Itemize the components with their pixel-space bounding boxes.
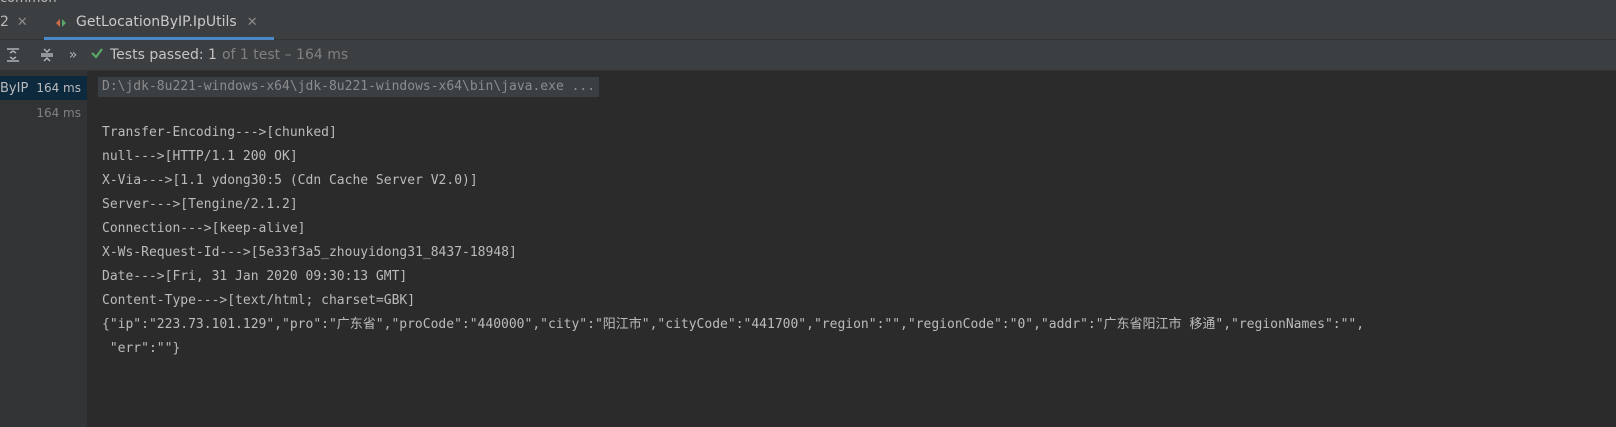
console-line: Content-Type--->[text/html; charset=GBK] bbox=[102, 293, 416, 308]
tab-label: GetLocationByIP.IpUtils bbox=[76, 14, 237, 30]
console-line: {"ip":"223.73.101.129","pro":"广东省","proC… bbox=[102, 317, 1365, 332]
check-icon bbox=[90, 46, 104, 64]
test-status: Tests passed: 1 of 1 test – 164 ms bbox=[90, 46, 348, 64]
tree-item-label: ByIP bbox=[0, 80, 29, 96]
test-tree: ByIP 164 ms 164 ms bbox=[0, 71, 88, 427]
tree-item[interactable]: 164 ms bbox=[0, 101, 87, 125]
tab-previous-label: 2 bbox=[0, 14, 9, 30]
close-icon[interactable]: ✕ bbox=[247, 15, 258, 30]
close-icon[interactable]: ✕ bbox=[17, 15, 28, 30]
console-output[interactable]: D:\jdk-8u221-windows-x64\jdk-8u221-windo… bbox=[88, 71, 1616, 427]
tab-previous[interactable]: 2 ✕ bbox=[0, 12, 28, 32]
tree-item-time: 164 ms bbox=[36, 81, 81, 95]
console-line: Server--->[Tengine/2.1.2] bbox=[102, 197, 298, 212]
status-detail: of 1 test – 164 ms bbox=[221, 47, 349, 63]
console-line: Transfer-Encoding--->[chunked] bbox=[102, 125, 337, 140]
test-toolbar: » Tests passed: 1 of 1 test – 164 ms bbox=[0, 40, 1616, 71]
run-tab-bar: 2 ✕ GetLocationByIP.IpUtils ✕ bbox=[0, 5, 1616, 40]
console-line: Date--->[Fri, 31 Jan 2020 09:30:13 GMT] bbox=[102, 269, 408, 284]
tree-item-selected[interactable]: ByIP 164 ms bbox=[0, 76, 87, 100]
expand-all-icon[interactable] bbox=[0, 44, 26, 66]
status-label: Tests passed: 1 bbox=[110, 47, 217, 63]
tree-item-time: 164 ms bbox=[36, 106, 81, 120]
console-line: X-Ws-Request-Id--->[5e33f3a5_zhouyidong3… bbox=[102, 245, 517, 260]
console-line: X-Via--->[1.1 ydong30:5 (Cdn Cache Serve… bbox=[102, 173, 478, 188]
more-actions-icon[interactable]: » bbox=[60, 44, 86, 66]
command-line[interactable]: D:\jdk-8u221-windows-x64\jdk-8u221-windo… bbox=[98, 77, 600, 97]
tab-getlocationbyip[interactable]: GetLocationByIP.IpUtils ✕ bbox=[44, 5, 274, 40]
test-run-icon bbox=[54, 15, 68, 29]
console-line: Connection--->[keep-alive] bbox=[102, 221, 306, 236]
console-line: "err":""} bbox=[102, 341, 181, 356]
collapse-all-icon[interactable] bbox=[34, 44, 60, 66]
console-line: null--->[HTTP/1.1 200 OK] bbox=[102, 149, 298, 164]
